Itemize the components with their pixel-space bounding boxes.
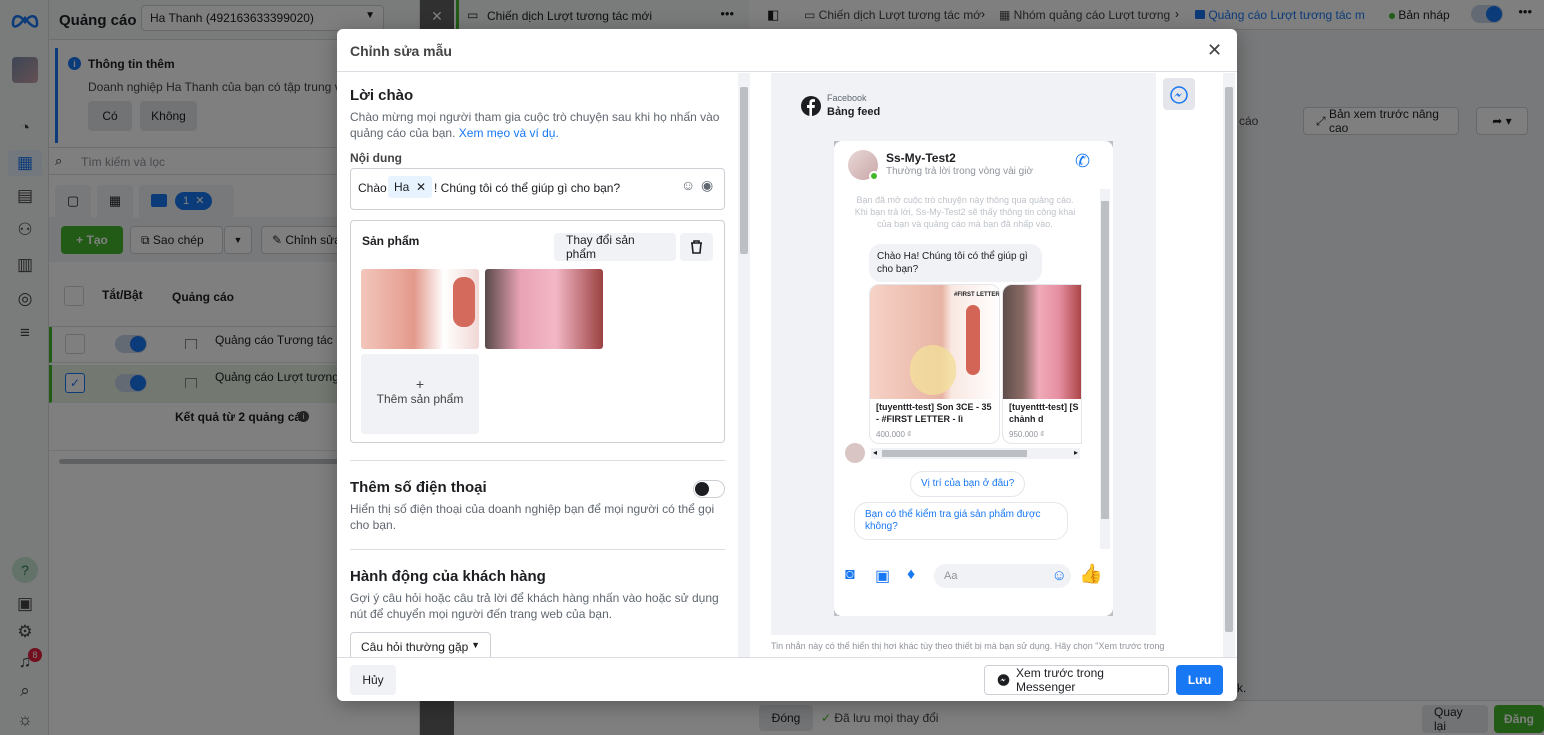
product-price: 950.000 ₫ bbox=[1009, 430, 1045, 439]
content-prefix: Chào bbox=[358, 181, 387, 195]
greeting-bubble: Chào Ha! Chúng tôi có thể giúp gì cho bạ… bbox=[869, 244, 1042, 282]
preview-scrollbar[interactable] bbox=[1223, 73, 1235, 657]
microphone-icon[interactable]: ♦ bbox=[907, 566, 915, 584]
page-avatar bbox=[848, 150, 879, 181]
product-title: [tuyenttt-test] Son 3CE - 35 - #FIRST LE… bbox=[876, 402, 992, 424]
facebook-icon bbox=[801, 96, 821, 116]
emoji-icon[interactable]: ☺ bbox=[1052, 567, 1067, 584]
save-button[interactable]: Lưu bbox=[1176, 665, 1223, 695]
carousel-avatar bbox=[845, 443, 865, 463]
faq-select-value: Câu hỏi thường gặp bbox=[361, 640, 469, 654]
phone-call-icon[interactable]: ✆ bbox=[1075, 151, 1090, 172]
messenger-icon bbox=[997, 674, 1010, 686]
preview-platform: Facebook bbox=[827, 93, 867, 103]
camera-icon[interactable]: ◙ bbox=[845, 566, 855, 584]
add-product-button[interactable]: + Thêm sản phẩm bbox=[361, 354, 479, 434]
remove-token-icon[interactable]: ✕ bbox=[416, 180, 426, 194]
chevron-down-icon: ▼ bbox=[471, 640, 480, 650]
divider bbox=[350, 460, 725, 461]
template-form: Lời chào Chào mừng mọi người tham gia cu… bbox=[337, 73, 752, 657]
product-image-suit[interactable] bbox=[485, 269, 603, 349]
message-input[interactable]: Aa ☺ bbox=[934, 564, 1071, 588]
page-name: Ss-My-Test2 bbox=[886, 151, 956, 165]
preview-disclaimer: Tin nhắn này có thể hiển thị hơi khác tù… bbox=[771, 641, 1165, 651]
action-title: Hành động của khách hàng bbox=[350, 568, 546, 585]
product-image-caption: #FIRST LETTER bbox=[954, 292, 1000, 298]
delete-button[interactable] bbox=[680, 233, 713, 261]
quick-reply[interactable]: Bạn có thể kiểm tra giá sản phẩm được kh… bbox=[854, 502, 1068, 540]
content-label: Nội dung bbox=[350, 151, 402, 165]
trash-icon bbox=[691, 240, 702, 254]
emoji-icon[interactable]: ☺ bbox=[681, 177, 695, 193]
messenger-icon bbox=[1170, 86, 1188, 104]
messenger-button[interactable] bbox=[1163, 78, 1195, 110]
product-image bbox=[1003, 285, 1081, 399]
phone-toggle[interactable] bbox=[693, 480, 725, 498]
preview-placement: Bảng feed bbox=[827, 106, 881, 118]
greeting-title: Lời chào bbox=[350, 87, 414, 104]
close-icon[interactable]: ✕ bbox=[1207, 40, 1222, 60]
products-label: Sản phẩm bbox=[362, 234, 420, 248]
image-icon[interactable]: ▣ bbox=[875, 566, 890, 586]
dialog-header: Chỉnh sửa mẫu ✕ bbox=[337, 29, 1237, 72]
change-products-button[interactable]: Thay đổi sản phẩm bbox=[554, 233, 676, 261]
preview-in-messenger-label: Xem trước trong Messenger bbox=[1016, 666, 1104, 694]
carousel-scrollbar[interactable]: ◂ ▸ bbox=[871, 448, 1080, 459]
cancel-button[interactable]: Hủy bbox=[350, 665, 396, 695]
dialog-footer: Hủy Xem trước trong Messenger Lưu bbox=[337, 657, 1237, 701]
product-price: 400.000 ₫ bbox=[876, 430, 912, 439]
product-image-lipstick[interactable] bbox=[361, 269, 479, 349]
system-note: Bạn đã mở cuộc trò chuyện này thông qua … bbox=[854, 195, 1076, 229]
name-token-label: Ha bbox=[394, 180, 410, 194]
greeting-description: Chào mừng mọi người tham gia cuộc trò ch… bbox=[350, 109, 725, 141]
preview-in-messenger-button[interactable]: Xem trước trong Messenger bbox=[984, 665, 1169, 695]
content-field[interactable]: Chào Ha ✕ ! Chúng tôi có thể giúp gì cho… bbox=[350, 168, 725, 210]
product-image: #FIRST LETTER bbox=[870, 285, 1000, 399]
chat-scrollbar[interactable] bbox=[1100, 189, 1110, 549]
dialog-title: Chỉnh sửa mẫu bbox=[350, 43, 452, 59]
form-scrollbar[interactable] bbox=[738, 73, 750, 657]
product-card[interactable]: #FIRST LETTER [tuyenttt-test] Son 3CE - … bbox=[869, 284, 1000, 444]
content-suffix: ! Chúng tôi có thể giúp gì cho bạn? bbox=[434, 181, 621, 195]
product-title: [tuyenttt-test] [S áo sang chảnh d bbox=[1009, 402, 1081, 424]
tips-link[interactable]: Xem mẹo và ví dụ. bbox=[459, 126, 559, 140]
phone-description: Hiển thị số điện thoại của doanh nghiệp … bbox=[350, 502, 715, 532]
page-status: Thường trả lời trong vòng vài giờ bbox=[886, 166, 1033, 177]
phone-title: Thêm số điện thoại bbox=[350, 479, 487, 496]
edit-template-dialog: Chỉnh sửa mẫu ✕ Lời chào Chào mừng mọi n… bbox=[337, 29, 1237, 701]
divider bbox=[350, 549, 725, 550]
products-card: Sản phẩm Thay đổi sản phẩm + Thêm sản ph… bbox=[350, 220, 725, 443]
messenger-preview: Ss-My-Test2 Thường trả lời trong vòng và… bbox=[834, 141, 1113, 616]
personalize-icon[interactable]: ◉ bbox=[701, 177, 713, 194]
name-token[interactable]: Ha ✕ bbox=[388, 176, 433, 198]
product-card[interactable]: [tuyenttt-test] [S áo sang chảnh d 950.0… bbox=[1002, 284, 1082, 444]
add-product-label: Thêm sản phẩm bbox=[376, 392, 464, 406]
message-input-placeholder: Aa bbox=[944, 570, 958, 582]
like-icon[interactable]: 👍 bbox=[1079, 562, 1103, 586]
quick-reply[interactable]: Vị trí của bạn ở đâu? bbox=[910, 471, 1026, 497]
faq-select[interactable]: Câu hỏi thường gặp ▼ bbox=[350, 632, 491, 657]
action-description: Gợi ý câu hỏi hoặc câu trả lời để khách … bbox=[350, 591, 719, 621]
